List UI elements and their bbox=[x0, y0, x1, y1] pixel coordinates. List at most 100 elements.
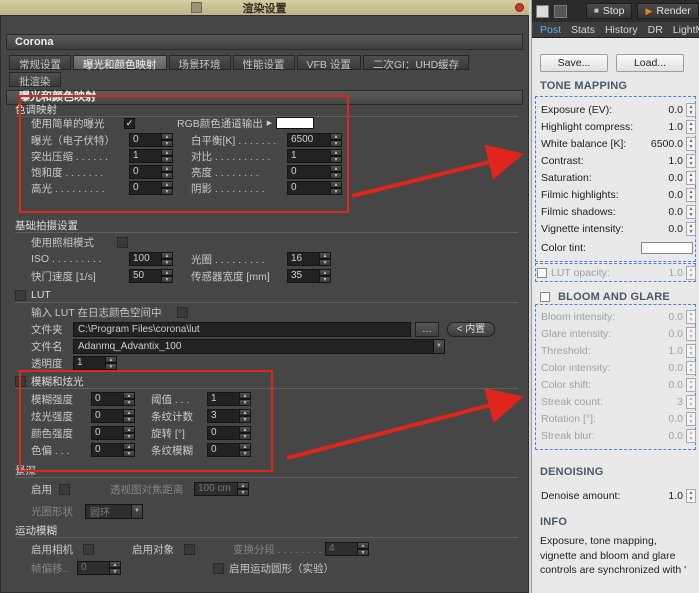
threshold-spinner[interactable]: 1▲▼ bbox=[207, 392, 251, 406]
spinner-arrows[interactable]: ▲▼ bbox=[331, 165, 342, 179]
tab-stats[interactable]: Stats bbox=[566, 24, 600, 36]
frame-offset-spinner[interactable]: 0▲▼ bbox=[77, 561, 121, 575]
stepper[interactable]: ▲▼ bbox=[686, 154, 696, 168]
highlight-compress-spinner[interactable]: 1▲▼ bbox=[129, 149, 173, 163]
spinner-arrows[interactable]: ▲▼ bbox=[162, 252, 173, 266]
brightness-spinner[interactable]: 0▲▼ bbox=[287, 165, 342, 179]
stepper[interactable]: ▲▼ bbox=[686, 378, 696, 392]
spinner-arrows[interactable]: ▲▼ bbox=[240, 392, 251, 406]
stepper[interactable]: ▲▼ bbox=[686, 489, 696, 503]
stepper[interactable]: ▲▼ bbox=[686, 103, 696, 117]
spinner-arrows[interactable]: ▲▼ bbox=[320, 269, 331, 283]
save-image-icon[interactable] bbox=[554, 5, 567, 18]
tab-general-settings[interactable]: 常规设置 bbox=[9, 55, 71, 70]
stepper[interactable]: ▲▼ bbox=[686, 361, 696, 375]
tab-post[interactable]: Post bbox=[535, 24, 566, 36]
stepper[interactable]: ▲▼ bbox=[686, 310, 696, 324]
spinner-arrows[interactable]: ▲▼ bbox=[320, 252, 331, 266]
contrast-spinner[interactable]: 1▲▼ bbox=[287, 149, 342, 163]
dropdown-arrow-icon[interactable]: ▼ bbox=[131, 505, 142, 518]
render-button[interactable]: ▶ Render bbox=[637, 3, 698, 19]
stepper[interactable]: ▲▼ bbox=[686, 222, 696, 236]
load-button[interactable]: Load... bbox=[616, 54, 684, 72]
tab-batch-render[interactable]: 批渲染 bbox=[9, 72, 61, 87]
lut-enable-checkbox[interactable] bbox=[15, 290, 26, 301]
stepper[interactable]: ▲▼ bbox=[686, 412, 696, 426]
spinner-arrows[interactable]: ▲▼ bbox=[162, 133, 173, 147]
spinner-arrows[interactable]: ▲▼ bbox=[238, 482, 249, 496]
streak-count-spinner[interactable]: 3▲▼ bbox=[207, 409, 251, 423]
window-titlebar[interactable]: 渲染设置 bbox=[0, 0, 529, 15]
rotation-spinner[interactable]: 0▲▼ bbox=[207, 426, 251, 440]
dof-enable-checkbox[interactable] bbox=[59, 484, 70, 495]
stepper[interactable]: ▲▼ bbox=[686, 137, 696, 151]
experimental-checkbox[interactable] bbox=[213, 563, 224, 574]
tab-exposure-color-mapping[interactable]: 曝光和颜色映射 bbox=[73, 55, 167, 70]
tab-vfb-settings[interactable]: VFB 设置 bbox=[297, 55, 361, 70]
shutter-speed-spinner[interactable]: 50▲▼ bbox=[129, 269, 173, 283]
spinner-arrows[interactable]: ▲▼ bbox=[162, 181, 173, 195]
spinner-arrows[interactable]: ▲▼ bbox=[110, 561, 121, 575]
lut-opacity-checkbox[interactable] bbox=[537, 268, 547, 278]
stop-button[interactable]: ■ Stop bbox=[586, 3, 632, 19]
tab-scene-environment[interactable]: 场景环境 bbox=[169, 55, 231, 70]
use-photo-mode-checkbox[interactable] bbox=[117, 237, 128, 248]
exposure-ev-spinner[interactable]: 0▲▼ bbox=[129, 133, 173, 147]
stepper[interactable]: ▲▼ bbox=[686, 188, 696, 202]
close-button[interactable] bbox=[515, 3, 524, 12]
glare-intensity-spinner[interactable]: 0▲▼ bbox=[91, 409, 135, 423]
blur-intensity-spinner[interactable]: 0▲▼ bbox=[91, 392, 135, 406]
iso-spinner[interactable]: 100▲▼ bbox=[129, 252, 173, 266]
saturation-spinner[interactable]: 0▲▼ bbox=[129, 165, 173, 179]
dropdown-arrow-icon[interactable]: ▼ bbox=[433, 340, 444, 353]
spinner-arrows[interactable]: ▲▼ bbox=[240, 426, 251, 440]
tab-lightmix[interactable]: LightMix bbox=[668, 24, 699, 36]
color-intensity-spinner[interactable]: 0▲▼ bbox=[91, 426, 135, 440]
aperture-shape-dropdown[interactable]: 圆环 ▼ bbox=[85, 504, 143, 519]
spinner-arrows[interactable]: ▲▼ bbox=[331, 181, 342, 195]
image-icon[interactable] bbox=[536, 5, 549, 18]
enable-camera-checkbox[interactable] bbox=[83, 544, 94, 555]
stepper[interactable]: ▲▼ bbox=[686, 429, 696, 443]
spinner-arrows[interactable]: ▲▼ bbox=[358, 542, 369, 556]
stepper[interactable]: ▲▼ bbox=[686, 344, 696, 358]
builtin-button[interactable]: < 内置 bbox=[447, 322, 495, 337]
spinner-arrows[interactable]: ▲▼ bbox=[124, 443, 135, 457]
spinner-arrows[interactable]: ▲▼ bbox=[162, 149, 173, 163]
transform-segments-spinner[interactable]: 4▲▼ bbox=[325, 542, 369, 556]
streak-blur-spinner[interactable]: 0▲▼ bbox=[207, 443, 251, 457]
spinner-arrows[interactable]: ▲▼ bbox=[162, 165, 173, 179]
stepper[interactable]: ▲▼ bbox=[686, 205, 696, 219]
color-shift-spinner[interactable]: 0▲▼ bbox=[91, 443, 135, 457]
stepper[interactable]: ▲▼ bbox=[686, 327, 696, 341]
tab-performance[interactable]: 性能设置 bbox=[233, 55, 295, 70]
lut-file-dropdown[interactable]: Adanmq_Advantix_100 ▼ bbox=[73, 339, 445, 354]
spinner-arrows[interactable]: ▲▼ bbox=[124, 426, 135, 440]
spinner-arrows[interactable]: ▲▼ bbox=[331, 133, 342, 147]
bloom-glare-checkbox[interactable] bbox=[540, 292, 550, 302]
lut-log-space-checkbox[interactable] bbox=[177, 307, 188, 318]
focus-distance-spinner[interactable]: 100 cm▲▼ bbox=[194, 482, 249, 496]
tab-dr[interactable]: DR bbox=[643, 24, 668, 36]
stepper[interactable]: ▲▼ bbox=[686, 120, 696, 134]
rgb-output-color-swatch[interactable] bbox=[276, 117, 314, 129]
enable-object-checkbox[interactable] bbox=[184, 544, 195, 555]
stepper[interactable]: ▲▼ bbox=[686, 266, 696, 280]
spinner-arrows[interactable]: ▲▼ bbox=[240, 409, 251, 423]
spinner-arrows[interactable]: ▲▼ bbox=[240, 443, 251, 457]
stepper[interactable]: ▲▼ bbox=[686, 395, 696, 409]
expand-right-icon[interactable]: ▶ bbox=[267, 119, 272, 127]
color-tint-swatch[interactable] bbox=[641, 242, 693, 254]
lut-opacity-spinner[interactable]: 1▲▼ bbox=[73, 356, 117, 370]
tab-history[interactable]: History bbox=[600, 24, 643, 36]
lut-folder-input[interactable]: C:\Program Files\corona\lut bbox=[73, 322, 411, 337]
fstop-spinner[interactable]: 16▲▼ bbox=[287, 252, 331, 266]
bloom-enable-checkbox[interactable] bbox=[15, 376, 26, 387]
spinner-arrows[interactable]: ▲▼ bbox=[162, 269, 173, 283]
spinner-arrows[interactable]: ▲▼ bbox=[124, 392, 135, 406]
white-balance-spinner[interactable]: 6500▲▼ bbox=[287, 133, 342, 147]
sensor-width-spinner[interactable]: 35▲▼ bbox=[287, 269, 331, 283]
spinner-arrows[interactable]: ▲▼ bbox=[106, 356, 117, 370]
save-button[interactable]: Save... bbox=[540, 54, 608, 72]
stepper[interactable]: ▲▼ bbox=[686, 171, 696, 185]
